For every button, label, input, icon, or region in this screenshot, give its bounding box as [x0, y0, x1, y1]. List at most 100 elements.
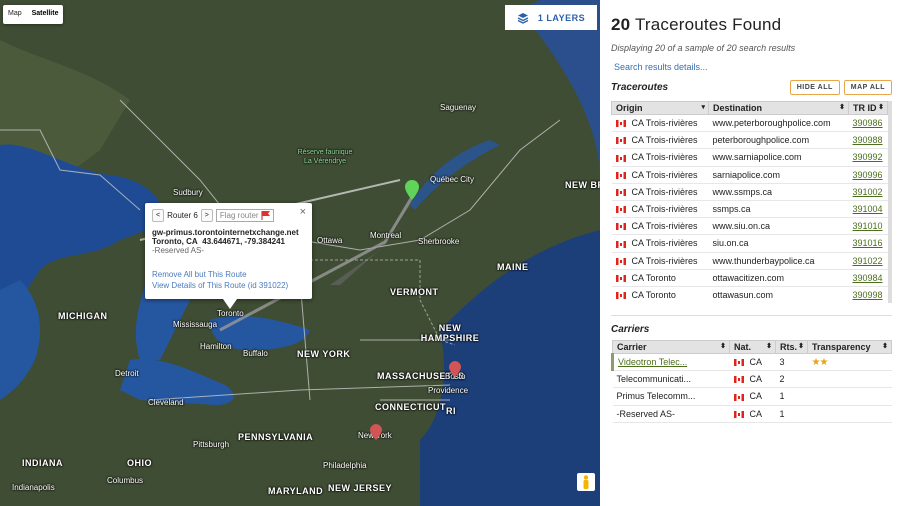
trid-link[interactable]: 390992	[853, 152, 883, 162]
trid-link[interactable]: 391004	[853, 204, 883, 214]
remove-all-but-route-link[interactable]: Remove All but This Route	[152, 269, 305, 280]
origin-cell: CA Trois-rivières	[611, 114, 709, 133]
trid-link[interactable]: 391022	[853, 256, 883, 266]
popup-coords: 43.644671, -79.384241	[202, 237, 285, 246]
origin-text: CA Trois-rivières	[631, 186, 698, 197]
map-label: PENNSYLVANIA	[238, 432, 314, 442]
carrier-row[interactable]: Telecommunicati... CA 2	[612, 370, 892, 389]
search-results-details-link[interactable]: Search results details...	[614, 62, 892, 72]
destination-cell: ottawacitizen.com	[708, 269, 849, 287]
traceroute-row[interactable]: CA Trois-rivières sarniapolice.com 390996	[611, 166, 888, 184]
transparency-column-header[interactable]: Transparency ⬍	[807, 340, 892, 354]
map-label: Sudbury	[173, 188, 203, 197]
trid-link[interactable]: 390998	[853, 290, 883, 300]
carriers-tbody: Videotron Telec... CA 3 ★★ Telecommunicati..…	[611, 353, 892, 423]
destination-cell: siu.on.ca	[708, 234, 849, 253]
trid-cell: 390996	[848, 166, 888, 184]
rts-column-header[interactable]: Rts. ⬍	[775, 340, 808, 354]
origin-text: CA Trois-rivières	[631, 118, 698, 129]
canada-flag-icon	[733, 410, 744, 418]
nat-column-header[interactable]: Nat. ⬍	[729, 340, 776, 354]
destination-cell: www.peterboroughpolice.com	[708, 114, 849, 133]
traceroutes-table-scroll[interactable]: Origin ▾ Destination ⬍ TR ID ⬍ CA Trois-riv…	[611, 101, 892, 303]
carriers-table: Carrier ⬍ Nat. ⬍ Rts. ⬍ Transparency ⬍ Video…	[611, 340, 892, 423]
trid-link[interactable]: 390986	[853, 118, 883, 128]
carrier-name-cell: -Reserved AS-	[612, 405, 730, 423]
traceroute-row[interactable]: CA Trois-rivières www.sarniapolice.com 390…	[611, 148, 888, 167]
destination-cell: peterboroughpolice.com	[708, 131, 849, 150]
traceroute-row[interactable]: CA Trois-rivières www.ssmps.ca 391002	[611, 183, 888, 201]
trid-link[interactable]: 391002	[853, 187, 883, 197]
map-label: Columbus	[107, 476, 144, 485]
map-label: Indianapolis	[12, 483, 55, 492]
sort-icon: ⬍	[720, 343, 726, 350]
traceroute-row[interactable]: CA Trois-rivières ssmps.ca 391004	[611, 200, 888, 219]
traceroute-row[interactable]: CA Trois-rivières www.peterboroughpolice.…	[611, 114, 888, 133]
trid-cell: 390992	[848, 148, 888, 167]
layers-button[interactable]: 1 LAYERS	[505, 5, 597, 30]
results-title: 20 Traceroutes Found	[611, 15, 892, 35]
nationality-cell: CA	[729, 387, 776, 406]
carrier-row[interactable]: Primus Telecomm... CA 1	[612, 387, 892, 406]
carrier-column-header[interactable]: Carrier ⬍	[612, 340, 730, 354]
origin-text: CA Trois-rivières	[631, 135, 698, 146]
router-marker-icon[interactable]	[370, 424, 382, 440]
routes-count-cell: 1	[775, 387, 808, 406]
canada-flag-icon	[615, 120, 626, 128]
trid-link[interactable]: 390984	[853, 273, 883, 283]
canada-flag-icon	[733, 376, 744, 384]
trid-link[interactable]: 391016	[853, 238, 883, 248]
traceroute-row[interactable]: CA Trois-rivières peterboroughpolice.com 3…	[611, 131, 888, 150]
map-label: MICHIGAN	[58, 311, 108, 321]
map-marker-green-icon[interactable]	[405, 180, 419, 200]
map-label: Sherbrooke	[418, 237, 460, 246]
map-label: Saguenay	[440, 103, 477, 112]
origin-text: CA Trois-rivières	[631, 238, 698, 249]
destination-cell: www.sarniapolice.com	[708, 148, 849, 167]
map-all-button[interactable]: MAP ALL	[843, 80, 892, 95]
map-type-satellite-button[interactable]: Satellite	[27, 5, 64, 24]
trid-link[interactable]: 391010	[853, 221, 883, 231]
carrier-row[interactable]: -Reserved AS- CA 1	[612, 405, 892, 423]
traceroutes-table: Origin ▾ Destination ⬍ TR ID ⬍ CA Trois-riv…	[611, 101, 888, 303]
traceroute-row[interactable]: CA Trois-rivières www.siu.on.ca 391010	[611, 217, 888, 236]
origin-cell: CA Trois-rivières	[611, 217, 709, 236]
origin-cell: CA Toronto	[611, 269, 709, 287]
origin-text: CA Trois-rivières	[631, 221, 698, 232]
traceroute-row[interactable]: CA Trois-rivières www.thunderbaypolice.ca…	[611, 252, 888, 270]
origin-cell: CA Trois-rivières	[611, 183, 709, 201]
map-label: VERMONT	[390, 287, 439, 297]
map-label: Ottawa	[317, 236, 343, 245]
origin-cell: CA Toronto	[611, 286, 709, 303]
hide-all-button[interactable]: HIDE ALL	[789, 80, 840, 95]
sort-icon: ▾	[701, 104, 705, 111]
destination-column-header[interactable]: Destination ⬍	[708, 101, 849, 115]
map-view[interactable]: Map Satellite 1 LAYERS Saguenay Québec C…	[0, 0, 600, 506]
trid-link[interactable]: 390996	[853, 170, 883, 180]
canada-flag-icon	[615, 223, 626, 231]
view-route-details-link[interactable]: View Details of This Route (id 391022)	[152, 280, 305, 291]
carrier-row[interactable]: Videotron Telec... CA 3 ★★	[611, 353, 892, 372]
traceroute-row[interactable]: CA Toronto ottawacitizen.com 390984	[611, 269, 888, 287]
origin-column-header[interactable]: Origin ▾	[611, 101, 709, 115]
router-marker-icon[interactable]	[449, 361, 461, 377]
popup-close-icon[interactable]: ×	[300, 206, 306, 218]
traceroute-row[interactable]: CA Trois-rivières siu.on.ca 391016	[611, 234, 888, 253]
map-type-map-button[interactable]: Map	[3, 5, 27, 24]
routes-count-cell: 1	[775, 405, 808, 423]
trid-cell: 391004	[848, 200, 888, 219]
popup-next-button[interactable]: >	[200, 209, 213, 222]
popup-location: Toronto, CA 43.644671, -79.384241	[152, 237, 305, 246]
trid-link[interactable]: 390988	[853, 135, 883, 145]
popup-prev-button[interactable]: <	[152, 209, 165, 222]
carrier-name-cell[interactable]: Videotron Telec...	[611, 353, 730, 372]
street-view-pegman-button[interactable]	[577, 473, 595, 491]
trid-cell: 391010	[848, 217, 888, 236]
flag-router-button[interactable]: Flag router	[215, 209, 274, 222]
origin-cell: CA Trois-rivières	[611, 234, 709, 253]
destination-cell: www.thunderbaypolice.ca	[708, 252, 849, 270]
origin-text: CA Trois-rivières	[631, 152, 698, 163]
trid-column-header[interactable]: TR ID ⬍	[848, 101, 888, 115]
map-label: RI	[446, 406, 456, 416]
traceroute-row[interactable]: CA Toronto ottawasun.com 390998	[611, 286, 888, 303]
